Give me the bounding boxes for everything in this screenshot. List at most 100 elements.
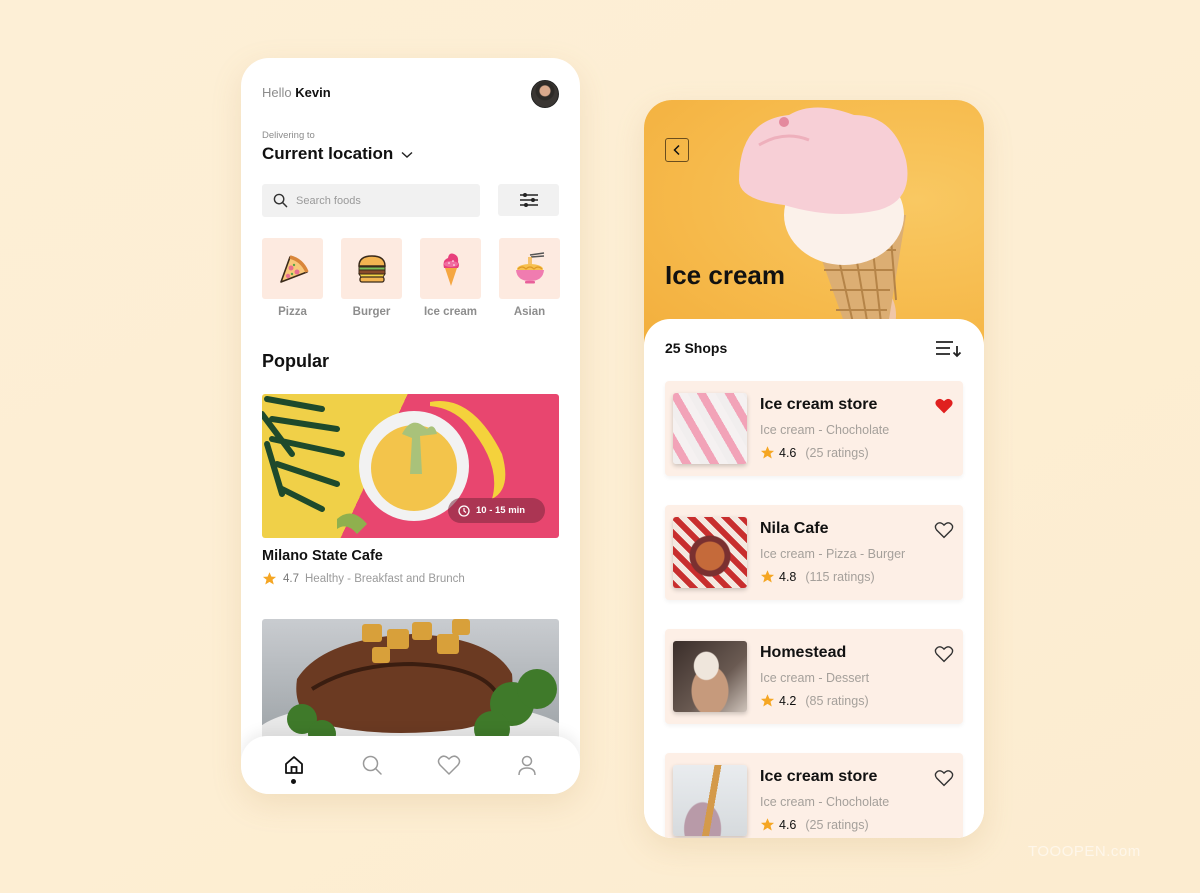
- location-selector[interactable]: Current location: [262, 144, 413, 164]
- category-label: Burger: [352, 306, 391, 318]
- category-ice-cream[interactable]: Ice cream: [420, 238, 481, 318]
- greeting: Hello Kevin: [262, 85, 331, 100]
- shop-tags: Ice cream - Dessert: [760, 671, 870, 685]
- category-tile: [420, 238, 481, 299]
- search-placeholder: Search foods: [296, 194, 361, 207]
- category-pizza[interactable]: Pizza: [262, 238, 323, 318]
- shops-count: 25 Shops: [665, 340, 728, 356]
- delivery-time-badge: 10 - 15 min: [448, 498, 545, 523]
- shop-rating: 4.6 (25 ratings): [760, 445, 869, 460]
- ratings-count: (25 ratings): [805, 817, 869, 832]
- category-burger[interactable]: Burger: [341, 238, 402, 318]
- star-icon: [760, 570, 775, 583]
- greeting-prefix: Hello: [262, 85, 292, 100]
- noodle-bowl-icon: [515, 251, 544, 283]
- active-indicator: [291, 779, 297, 784]
- search-icon: [273, 193, 288, 208]
- backdrop: [0, 0, 1200, 893]
- ratings-count: (115 ratings): [805, 569, 875, 584]
- clock-icon: [458, 504, 470, 517]
- shop-list-panel: 25 Shops Ice cream store Ice cream - Cho…: [644, 319, 984, 838]
- popular-heading: Popular: [262, 351, 330, 371]
- restaurant-meta: 4.7 Healthy - Breakfast and Brunch: [262, 571, 465, 586]
- home-icon: [284, 756, 303, 774]
- back-button[interactable]: [665, 138, 689, 162]
- featured-restaurant-image[interactable]: 10 - 15 min: [262, 394, 559, 538]
- star-icon: [760, 818, 775, 831]
- delivering-label: Delivering to: [262, 130, 315, 141]
- grilled-meat-illustration: [262, 619, 559, 749]
- watermark: TOOOPEN.com: [1028, 843, 1141, 860]
- ice-cream-cone-illustration: [739, 107, 908, 350]
- shop-thumbnail: [673, 517, 747, 588]
- nav-profile[interactable]: [507, 745, 547, 785]
- shop-tags: Ice cream - Chocholate: [760, 423, 890, 437]
- favorite-button[interactable]: [933, 519, 955, 541]
- rating-value: 4.2: [779, 693, 797, 708]
- user-name: Kevin: [295, 85, 331, 100]
- shop-name: Nila Cafe: [760, 520, 829, 537]
- ice-cream-icon: [443, 253, 459, 286]
- heart-icon: [438, 755, 461, 775]
- avatar[interactable]: [531, 80, 559, 108]
- heart-filled-icon: [935, 398, 953, 414]
- favorite-button[interactable]: [933, 395, 955, 417]
- sort-descending-icon: [936, 341, 962, 358]
- filter-button[interactable]: [498, 184, 559, 216]
- chevron-down-icon: [401, 151, 413, 158]
- shop-card[interactable]: Homestead Ice cream - Dessert 4.2 (85 ra…: [665, 629, 963, 724]
- restaurant-name[interactable]: Milano State Cafe: [262, 548, 383, 564]
- category-label: Pizza: [278, 306, 307, 318]
- search-icon: [362, 755, 382, 775]
- shop-list: Ice cream store Ice cream - Chocholate 4…: [665, 381, 963, 838]
- star-icon: [760, 446, 775, 459]
- category-title: Ice cream: [665, 260, 785, 290]
- rating-value: 4.8: [779, 569, 797, 584]
- category-tile: [262, 238, 323, 299]
- category-list: Pizza Burger Ice cream Asian: [262, 238, 560, 318]
- shop-tags: Ice cream - Pizza - Burger: [760, 547, 906, 561]
- rating-value: 4.6: [779, 445, 797, 460]
- favorite-button[interactable]: [933, 643, 955, 665]
- nav-favorites[interactable]: [429, 745, 469, 785]
- search-input[interactable]: Search foods: [262, 184, 480, 217]
- category-label: Asian: [513, 306, 546, 318]
- shop-name: Ice cream store: [760, 396, 878, 413]
- heart-outline-icon: [934, 646, 954, 663]
- star-icon: [262, 572, 277, 585]
- shop-name: Homestead: [760, 644, 847, 661]
- sort-button[interactable]: [935, 338, 963, 360]
- category-tile: [341, 238, 402, 299]
- shop-tags: Ice cream - Chocholate: [760, 795, 890, 809]
- star-icon: [760, 694, 775, 707]
- category-asian[interactable]: Asian: [499, 238, 560, 318]
- shop-card[interactable]: Ice cream store Ice cream - Chocholate 4…: [665, 381, 963, 476]
- shop-thumbnail: [673, 641, 747, 712]
- shop-card[interactable]: Nila Cafe Ice cream - Pizza - Burger 4.8…: [665, 505, 963, 600]
- shop-rating: 4.2 (85 ratings): [760, 693, 869, 708]
- restaurant-rating: 4.7: [283, 572, 299, 585]
- shop-rating: 4.6 (25 ratings): [760, 817, 869, 832]
- shop-thumbnail: [673, 393, 747, 464]
- shop-card[interactable]: Ice cream store Ice cream - Chocholate 4…: [665, 753, 963, 838]
- favorite-button[interactable]: [933, 767, 955, 789]
- burger-icon: [357, 254, 386, 283]
- category-tile: [499, 238, 560, 299]
- ratings-count: (85 ratings): [805, 693, 869, 708]
- restaurant-tags: Healthy - Breakfast and Brunch: [305, 572, 465, 585]
- category-hero-image: Ice cream: [644, 100, 984, 350]
- chevron-left-icon: [673, 144, 680, 156]
- nav-search[interactable]: [352, 745, 392, 785]
- location-text: Current location: [262, 144, 394, 163]
- nav-home[interactable]: [274, 745, 314, 785]
- second-restaurant-image[interactable]: [262, 619, 559, 749]
- shop-name: Ice cream store: [760, 768, 878, 785]
- pizza-icon: [279, 254, 309, 283]
- home-screen: Hello Kevin Delivering to Current locati…: [241, 58, 580, 794]
- sliders-icon: [519, 193, 538, 207]
- shop-thumbnail: [673, 765, 747, 836]
- shop-rating: 4.8 (115 ratings): [760, 569, 875, 584]
- category-screen: Ice cream 25 Shops Ice cream store Ice c…: [644, 100, 984, 838]
- heart-outline-icon: [934, 770, 954, 787]
- user-icon: [518, 755, 536, 776]
